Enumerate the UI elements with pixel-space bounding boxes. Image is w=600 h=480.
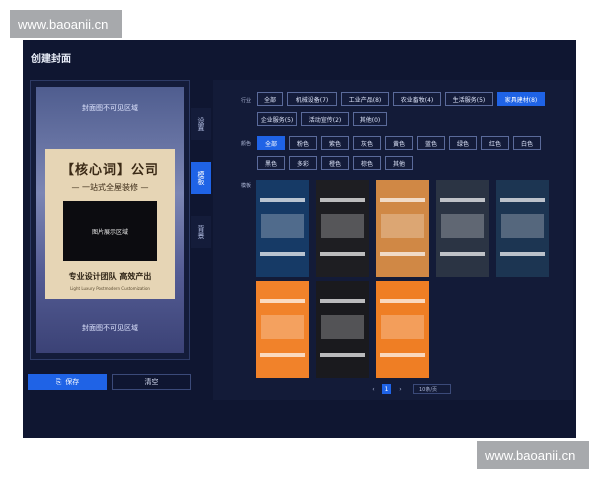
image-placeholder[interactable]: 图片展示区域 bbox=[63, 201, 157, 261]
card-en-text: Light Luxury Postmodern Customization bbox=[70, 286, 150, 291]
thumb-caption-bar bbox=[320, 353, 365, 357]
cover-preview[interactable]: 封面图不可见区域 【核心词】公司 — 一站式全屋装修 — 图片展示区域 专业设计… bbox=[36, 87, 184, 353]
color-chip-3[interactable]: 灰色 bbox=[353, 136, 381, 150]
color-chip-11[interactable]: 橙色 bbox=[321, 156, 349, 170]
card-team-text: 专业设计团队 高效产出 bbox=[68, 272, 152, 281]
card-subtitle: — 一站式全屋装修 — bbox=[71, 183, 149, 192]
thumb-title-bar bbox=[440, 198, 485, 202]
save-button[interactable]: ⎘ 保存 bbox=[28, 374, 107, 390]
thumb-title-bar bbox=[380, 198, 425, 202]
color-chip-9[interactable]: 黑色 bbox=[257, 156, 285, 170]
cover-hint-top: 封面图不可见区域 bbox=[82, 104, 138, 112]
thumb-caption-bar bbox=[320, 252, 365, 256]
template-label: 模板 bbox=[241, 183, 252, 189]
thumb-title-bar bbox=[500, 198, 545, 202]
color-chip-10[interactable]: 多彩 bbox=[289, 156, 317, 170]
thumb-image bbox=[261, 214, 304, 238]
template-thumbnail[interactable] bbox=[496, 180, 549, 277]
thumb-title-bar bbox=[320, 299, 365, 303]
industry-chip-2[interactable]: 工业产品(8) bbox=[341, 92, 389, 106]
watermark-top: www.baoanii.cn bbox=[10, 10, 122, 38]
template-thumbnail[interactable] bbox=[436, 180, 489, 277]
thumb-image bbox=[381, 315, 424, 339]
tab-templates[interactable]: 模板 bbox=[191, 162, 211, 194]
industry-chip-4[interactable]: 生活服务(5) bbox=[445, 92, 493, 106]
color-label: 颜色 bbox=[241, 141, 252, 147]
color-chip-7[interactable]: 红色 bbox=[481, 136, 509, 150]
cover-editor: 创建封面 封面图不可见区域 【核心词】公司 — 一站式全屋装修 — 图片展示区域… bbox=[23, 40, 576, 438]
tab-background[interactable]: 背景 bbox=[191, 216, 211, 248]
thumb-title-bar bbox=[380, 299, 425, 303]
industry-chip-8[interactable]: 其他(0) bbox=[353, 112, 387, 126]
color-chip-0[interactable]: 全部 bbox=[257, 136, 285, 150]
thumb-caption-bar bbox=[260, 353, 305, 357]
thumb-image bbox=[441, 214, 484, 238]
thumb-caption-bar bbox=[380, 252, 425, 256]
thumb-image bbox=[321, 214, 364, 238]
save-icon: ⎘ bbox=[55, 377, 62, 386]
thumb-image bbox=[501, 214, 544, 238]
page-1-button[interactable]: 1 bbox=[382, 384, 391, 394]
thumb-caption-bar bbox=[260, 252, 305, 256]
save-label: 保存 bbox=[65, 378, 80, 386]
color-chip-2[interactable]: 紫色 bbox=[321, 136, 349, 150]
thumb-caption-bar bbox=[500, 252, 545, 256]
industry-chip-7[interactable]: 活动宣传(2) bbox=[301, 112, 349, 126]
thumb-title-bar bbox=[260, 299, 305, 303]
next-page-button[interactable]: › bbox=[396, 384, 405, 394]
industry-chip-5[interactable]: 家具建材(8) bbox=[497, 92, 545, 106]
color-chip-6[interactable]: 绿色 bbox=[449, 136, 477, 150]
color-chip-4[interactable]: 黄色 bbox=[385, 136, 413, 150]
cover-card[interactable]: 【核心词】公司 — 一站式全屋装修 — 图片展示区域 专业设计团队 高效产出 L… bbox=[45, 149, 175, 299]
tab-settings[interactable]: 设置 bbox=[191, 108, 211, 140]
prev-page-button[interactable]: ‹ bbox=[369, 384, 378, 394]
side-tabs: 设置 模板 背景 bbox=[191, 108, 211, 270]
template-thumbnail[interactable] bbox=[376, 281, 429, 378]
color-chip-12[interactable]: 棕色 bbox=[353, 156, 381, 170]
template-thumbnail[interactable] bbox=[316, 281, 369, 378]
template-thumbnail[interactable] bbox=[256, 180, 309, 277]
thumb-title-bar bbox=[260, 198, 305, 202]
industry-chip-0[interactable]: 全部 bbox=[257, 92, 283, 106]
industry-chip-1[interactable]: 机械设备(7) bbox=[287, 92, 337, 106]
template-thumbnail[interactable] bbox=[256, 281, 309, 378]
cover-hint-bottom: 封面图不可见区域 bbox=[82, 324, 138, 332]
color-chip-5[interactable]: 蓝色 bbox=[417, 136, 445, 150]
industry-chip-3[interactable]: 农业畜牧(4) bbox=[393, 92, 441, 106]
page-title: 创建封面 bbox=[31, 54, 71, 65]
template-thumbnail[interactable] bbox=[316, 180, 369, 277]
thumb-image bbox=[321, 315, 364, 339]
thumb-caption-bar bbox=[440, 252, 485, 256]
preview-panel: 封面图不可见区域 【核心词】公司 — 一站式全屋装修 — 图片展示区域 专业设计… bbox=[30, 80, 190, 360]
color-chip-8[interactable]: 白色 bbox=[513, 136, 541, 150]
watermark-bottom: www.baoanii.cn bbox=[477, 441, 589, 469]
thumb-caption-bar bbox=[380, 353, 425, 357]
industry-label: 行业 bbox=[241, 98, 252, 104]
page-size-select[interactable]: 10条/页 bbox=[413, 384, 451, 394]
clear-button[interactable]: 清空 bbox=[112, 374, 191, 390]
color-chip-13[interactable]: 其他 bbox=[385, 156, 413, 170]
template-thumbnail[interactable] bbox=[376, 180, 429, 277]
thumb-title-bar bbox=[320, 198, 365, 202]
image-area-label: 图片展示区域 bbox=[91, 228, 128, 236]
thumb-image bbox=[381, 214, 424, 238]
thumb-image bbox=[261, 315, 304, 339]
card-title: 【核心词】公司 bbox=[60, 163, 159, 178]
template-panel: 行业 颜色 模板 ‹ 1 › 10条/页 全部 机械设备(7) 工业产品(8) 农业畜… bbox=[213, 80, 573, 400]
industry-chip-6[interactable]: 企业服务(5) bbox=[257, 112, 297, 126]
color-chip-1[interactable]: 粉色 bbox=[289, 136, 317, 150]
